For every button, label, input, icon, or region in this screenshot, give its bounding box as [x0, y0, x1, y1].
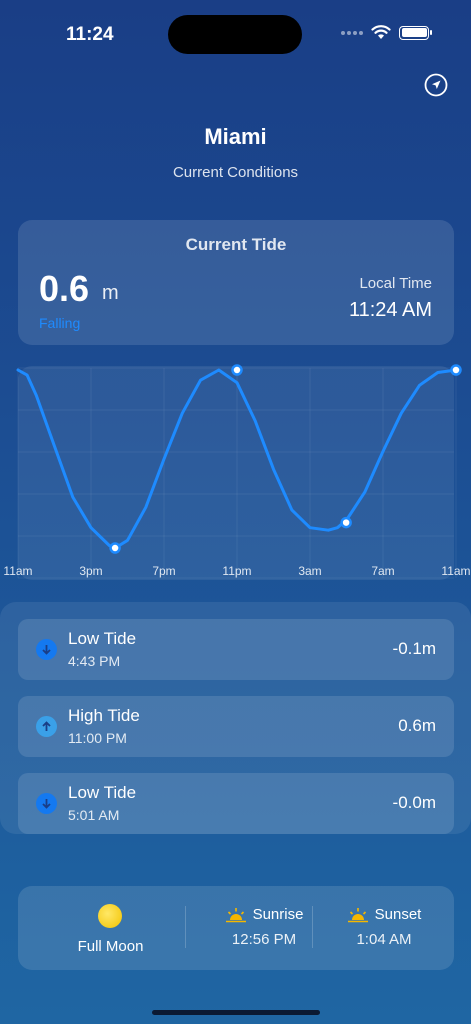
tide-event-name: Low Tide [68, 629, 137, 648]
tide-event-height: 0.6m [398, 716, 436, 735]
tide-extreme-marker [340, 516, 352, 529]
local-time-value: 11:24 AM [348, 299, 432, 321]
conditions-subtitle: Current Conditions [172, 164, 299, 181]
x-tick-label: 3am [298, 564, 321, 578]
moon-phase-label: Full Moon [77, 938, 144, 955]
tide-height-value: 0.6 [39, 268, 90, 309]
tide-event-row[interactable]: Low Tide 5:01 AM -0.0m [18, 773, 454, 834]
tide-event-time: 4:43 PM [68, 653, 121, 669]
current-tide-title: Current Tide [185, 235, 287, 254]
city-title: Miami [204, 124, 267, 149]
sunset-label: Sunset [374, 906, 422, 923]
location-header: Miami Current Conditions [0, 124, 471, 181]
tide-event-height: -0.0m [392, 793, 436, 812]
tide-extreme-marker [231, 364, 243, 376]
status-icons [341, 25, 432, 40]
divider [185, 906, 186, 948]
x-tick-label: 3pm [79, 564, 102, 578]
tide-event-time: 5:01 AM [68, 807, 120, 823]
tide-event-row[interactable]: Low Tide 4:43 PM -0.1m [18, 619, 454, 680]
x-tick-label: 11am [441, 564, 470, 578]
sunrise-icon [225, 907, 246, 922]
status-bar: 11:24 [0, 0, 471, 60]
location-arrow-button[interactable] [424, 73, 448, 97]
tide-events-panel: Low Tide 4:43 PM -0.1m High Tide 11:00 P… [0, 602, 471, 834]
full-moon-icon [98, 904, 122, 928]
sunset-time: 1:04 AM [356, 931, 412, 948]
sunset-icon [347, 907, 368, 922]
tide-extreme-marker [109, 542, 121, 554]
x-tick-label: 11am [3, 564, 32, 578]
tide-chart-svg: 11am 3pm 7pm 11pm 3am 7am 11am [3, 364, 471, 579]
x-tick-label: 7pm [152, 564, 175, 578]
cellular-signal-icon [341, 30, 363, 35]
status-time: 11:24 [66, 24, 114, 45]
tide-event-height: -0.1m [392, 639, 436, 658]
divider [312, 906, 313, 948]
sunset-info: Sunset 1:04 AM [328, 906, 440, 948]
x-tick-label: 11pm [222, 564, 251, 578]
dynamic-island [168, 15, 302, 54]
sunrise-label: Sunrise [252, 906, 304, 923]
tide-height-unit: m [102, 282, 119, 304]
home-indicator[interactable] [152, 1010, 320, 1015]
tide-event-name: High Tide [68, 706, 140, 725]
astronomy-card: Full Moon Sunrise 12:56 PM Sunset 1:04 A… [18, 886, 454, 970]
tide-event-time: 11:00 PM [68, 730, 127, 746]
battery-icon [399, 25, 432, 40]
arrow-up-icon [36, 716, 57, 737]
arrow-down-icon [36, 639, 57, 660]
sunrise-info: Sunrise 12:56 PM [208, 906, 320, 948]
current-tide-card: Current Tide 0.6 m Falling Local Time 11… [18, 220, 454, 345]
tide-event-name: Low Tide [68, 783, 137, 802]
tide-event-row[interactable]: High Tide 11:00 PM 0.6m [18, 696, 454, 757]
wifi-icon [371, 25, 391, 39]
x-tick-label: 7am [371, 564, 394, 578]
local-time-label: Local Time [359, 275, 432, 292]
tide-extreme-marker [450, 364, 462, 376]
location-arrow-icon [424, 73, 448, 97]
tide-trend: Falling [39, 315, 81, 331]
tide-chart: 11am 3pm 7pm 11pm 3am 7am 11am [0, 362, 471, 584]
arrow-down-icon [36, 793, 57, 814]
sunrise-time: 12:56 PM [231, 931, 297, 948]
